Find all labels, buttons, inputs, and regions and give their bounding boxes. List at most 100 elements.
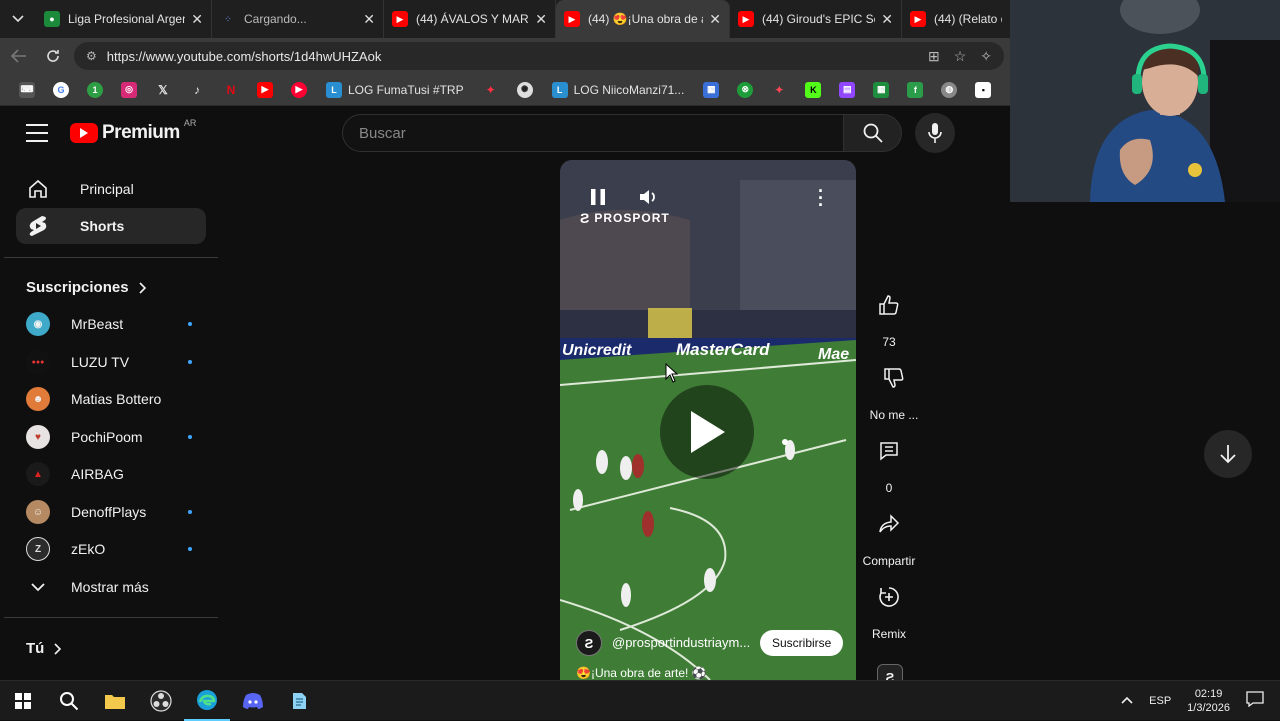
close-icon[interactable]: ✕	[191, 11, 203, 28]
misc-app-icon[interactable]: ▪	[966, 78, 1000, 102]
gamepad-icon[interactable]: ⌨	[10, 78, 44, 102]
search-button[interactable]	[844, 114, 902, 152]
edge-button[interactable]	[184, 681, 230, 721]
comments-button[interactable]: 0	[859, 427, 919, 495]
voice-search-button[interactable]	[915, 113, 955, 153]
like-button[interactable]: 73	[859, 281, 919, 349]
subscription-pochipoom[interactable]: ♥ PochiPoom	[16, 419, 206, 455]
obs-button[interactable]	[138, 681, 184, 721]
green-app-icon[interactable]: 1	[78, 78, 112, 102]
channel-handle[interactable]: @prosportindustriaym...	[612, 635, 754, 650]
browser-tab[interactable]: ● Liga Profesional Argentina ✕	[36, 0, 212, 38]
notepad-button[interactable]	[276, 681, 322, 721]
close-icon[interactable]: ✕	[363, 11, 375, 28]
close-icon[interactable]: ✕	[709, 11, 721, 28]
subscription-zeko[interactable]: Z zEkO	[16, 531, 206, 567]
edge-icon	[197, 689, 217, 710]
google-icon[interactable]: G	[44, 78, 78, 102]
close-icon[interactable]: ✕	[535, 11, 547, 28]
subscription-denoffplays[interactable]: ☺ DenoffPlays	[16, 494, 206, 530]
bookmark-star-icon[interactable]: ☆	[954, 48, 967, 65]
chatgpt-icon[interactable]: ✺	[508, 78, 542, 102]
subscribe-button[interactable]: Suscribirse	[760, 630, 844, 656]
site-info-icon[interactable]: ⚙	[86, 49, 97, 63]
subscription-matias-bottero[interactable]: ☻ Matias Bottero	[16, 381, 206, 417]
search-input[interactable]: Buscar	[342, 114, 844, 152]
grid-app-icon[interactable]: ▦	[694, 78, 728, 102]
browser-tab[interactable]: ▶ (44) ÁVALOS Y MARCONI ✕	[384, 0, 556, 38]
more-vertical-icon: · · ·	[818, 181, 824, 215]
sidebar-divider	[4, 617, 218, 618]
reload-button[interactable]	[38, 41, 68, 71]
instagram-icon[interactable]: ◎	[112, 78, 146, 102]
webcam-person-image	[1010, 0, 1280, 202]
discord-icon	[243, 692, 263, 709]
twitch-icon[interactable]: ▤	[830, 78, 864, 102]
bookmark-log-niicomanzi[interactable]: L LOG NiicoManzi71...	[542, 78, 695, 102]
browser-tab[interactable]: ⁘ Cargando... ✕	[212, 0, 384, 38]
windows-taskbar: ESP 02:19 1/3/2026	[0, 680, 1280, 721]
taskbar-search-button[interactable]	[46, 681, 92, 721]
youtube-premium-logo[interactable]: Premium AR	[70, 118, 196, 144]
chevron-down-icon	[12, 15, 24, 23]
browser-tab-active[interactable]: ▶ (44) 😍¡Una obra de arte ✕	[556, 0, 730, 38]
subscription-airbag[interactable]: ▲ AIRBAG	[16, 456, 206, 492]
play-overlay-button[interactable]	[660, 385, 754, 479]
xbox-icon[interactable]: ⊗	[728, 78, 762, 102]
youtube-icon[interactable]: ▶	[248, 78, 282, 102]
share-button[interactable]: Compartir	[856, 500, 922, 568]
more-options-button[interactable]: · · ·	[818, 182, 824, 214]
valorant-icon[interactable]: ✦	[762, 78, 796, 102]
menu-icon[interactable]	[26, 124, 48, 142]
new-content-dot	[188, 435, 192, 439]
browser-tab[interactable]: ▶ (44) Giroud's EPIC Scorp ✕	[730, 0, 902, 38]
channel-avatar[interactable]: Ƨ	[576, 630, 602, 656]
tiktok-icon[interactable]: ♪	[180, 78, 214, 102]
clock[interactable]: 02:19 1/3/2026	[1187, 687, 1230, 715]
folder-icon	[105, 694, 125, 709]
share-icon	[865, 500, 913, 548]
you-heading[interactable]: Tú	[26, 640, 62, 657]
sidebar-item-home[interactable]: Principal	[16, 171, 206, 207]
tab-search-button[interactable]	[0, 0, 36, 38]
search-icon	[863, 123, 883, 143]
x-icon[interactable]: 𝕏	[146, 78, 180, 102]
sidebar-item-shorts[interactable]: Shorts	[16, 208, 206, 244]
bookmarks-bar: ⌨ G 1 ◎ 𝕏 ♪ N ▶ ▶ L LOG FumaTusi #TRP ✦ ✺…	[0, 74, 1010, 106]
youtube-favicon-icon: ▶	[564, 11, 580, 27]
subscription-luzu-tv[interactable]: ●●● LUZU TV	[16, 344, 206, 380]
subscriptions-heading[interactable]: Suscripciones	[26, 279, 147, 296]
remix-button[interactable]: Remix	[859, 573, 919, 641]
reload-icon	[47, 50, 59, 62]
extensions-icon[interactable]: ✧	[980, 48, 992, 65]
arrow-down-icon	[1220, 445, 1236, 464]
chevron-up-icon[interactable]	[1121, 695, 1133, 707]
sound-source-avatar[interactable]: Ƨ	[877, 664, 903, 680]
avatar: ◉	[26, 312, 50, 336]
language-indicator[interactable]: ESP	[1149, 695, 1171, 707]
next-short-button[interactable]	[1204, 430, 1252, 478]
globe-icon[interactable]: ◍	[932, 78, 966, 102]
sheets-icon[interactable]: ▦	[864, 78, 898, 102]
netflix-icon[interactable]: N	[214, 78, 248, 102]
music-icon[interactable]: ▶	[282, 78, 316, 102]
notifications-icon[interactable]	[1246, 691, 1264, 710]
start-button[interactable]	[0, 681, 46, 721]
microphone-icon	[928, 123, 942, 143]
show-more-button[interactable]: Mostrar más	[16, 569, 206, 605]
back-button[interactable]	[4, 41, 34, 71]
youtube-favicon-icon: ▶	[738, 11, 754, 27]
bookmark-log-fumatusi[interactable]: L LOG FumaTusi #TRP	[316, 78, 474, 102]
dislike-button[interactable]: No me ...	[859, 354, 929, 422]
subscription-mrbeast[interactable]: ◉ MrBeast	[16, 306, 206, 342]
feather-app-icon[interactable]: f	[898, 78, 932, 102]
app-install-icon[interactable]: ⊞	[928, 48, 940, 65]
discord-button[interactable]	[230, 681, 276, 721]
comment-icon	[865, 427, 913, 475]
file-explorer-button[interactable]	[92, 681, 138, 721]
browser-tab[interactable]: ▶ (44) (Relato de	[902, 0, 1010, 38]
kick-icon[interactable]: K	[796, 78, 830, 102]
red-app-icon[interactable]: ✦	[474, 78, 508, 102]
url-field[interactable]: ⚙ https://www.youtube.com/shorts/1d4hwUH…	[74, 42, 1004, 70]
close-icon[interactable]: ✕	[881, 11, 893, 28]
